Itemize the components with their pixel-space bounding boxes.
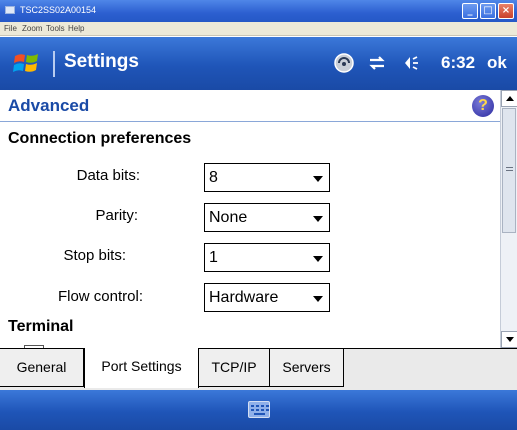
- tab-general[interactable]: General: [0, 349, 84, 387]
- stop-bits-select[interactable]: 1: [204, 243, 330, 272]
- ok-button[interactable]: ok: [487, 53, 507, 73]
- settings-content: Advanced ? Connection preferences Data b…: [0, 90, 500, 348]
- minimize-button[interactable]: _: [462, 3, 478, 19]
- title-separator: [53, 51, 55, 77]
- data-bits-value: 8: [209, 169, 218, 186]
- parity-value: None: [209, 209, 248, 226]
- maximize-icon: □: [483, 5, 493, 16]
- menu-help[interactable]: Help: [68, 24, 84, 33]
- data-transfer-icon[interactable]: [366, 52, 388, 74]
- maximize-button[interactable]: □: [480, 3, 496, 19]
- vertical-scrollbar[interactable]: [500, 90, 517, 348]
- menu-tools[interactable]: Tools: [46, 24, 65, 33]
- grip-line: [506, 170, 513, 171]
- tab-strip: General Port Settings TCP/IP Servers: [0, 348, 517, 390]
- host-title-bar: TSC2SS02A00154 _ □ ×: [0, 0, 517, 22]
- flow-control-select[interactable]: Hardware: [204, 283, 330, 312]
- section-terminal: Terminal: [8, 318, 74, 335]
- flow-control-value: Hardware: [209, 289, 279, 306]
- data-bits-label: Data bits:: [76, 167, 140, 184]
- host-window-title: TSC2SS02A00154: [20, 5, 97, 15]
- keyboard-icon[interactable]: [248, 401, 270, 418]
- arrow-down-icon: [506, 337, 514, 342]
- data-bits-select[interactable]: 8: [204, 163, 330, 192]
- host-menu-bar: File Zoom Tools Help: [0, 22, 517, 36]
- help-icon[interactable]: ?: [472, 95, 494, 117]
- parity-label: Parity:: [95, 207, 138, 224]
- menu-file[interactable]: File: [4, 24, 17, 33]
- scroll-thumb[interactable]: [502, 108, 516, 233]
- parity-select[interactable]: None: [204, 203, 330, 232]
- page-header: Advanced ?: [0, 90, 500, 122]
- flow-control-label: Flow control:: [57, 288, 143, 305]
- close-button[interactable]: ×: [498, 3, 514, 19]
- page-title: Advanced: [8, 96, 90, 115]
- tab-servers[interactable]: Servers: [270, 349, 344, 387]
- softkey-bar: [0, 390, 517, 430]
- chevron-down-icon: [313, 176, 323, 182]
- menu-zoom[interactable]: Zoom: [22, 24, 42, 33]
- scroll-up-button[interactable]: [501, 90, 517, 107]
- clock[interactable]: 6:32: [441, 53, 475, 73]
- stop-bits-label: Stop bits:: [63, 247, 126, 264]
- stop-bits-value: 1: [209, 249, 218, 266]
- windows-start-icon[interactable]: [12, 48, 42, 78]
- tab-port-settings[interactable]: Port Settings: [84, 348, 199, 388]
- app-icon: [5, 6, 15, 14]
- chevron-down-icon: [313, 216, 323, 222]
- chevron-down-icon: [313, 256, 323, 262]
- tab-tcp-ip[interactable]: TCP/IP: [199, 349, 270, 387]
- grip-line: [506, 167, 513, 168]
- minimize-icon: _: [467, 5, 473, 16]
- volume-icon[interactable]: [400, 52, 422, 74]
- scroll-down-button[interactable]: [501, 331, 517, 348]
- app-title: Settings: [64, 51, 139, 72]
- connectivity-icon[interactable]: [333, 52, 355, 74]
- section-connection-preferences: Connection preferences: [8, 130, 192, 147]
- device-top-bar: Settings 6:32 ok: [0, 37, 517, 90]
- arrow-up-icon: [506, 96, 514, 101]
- close-icon: ×: [501, 5, 511, 16]
- chevron-down-icon: [313, 296, 323, 302]
